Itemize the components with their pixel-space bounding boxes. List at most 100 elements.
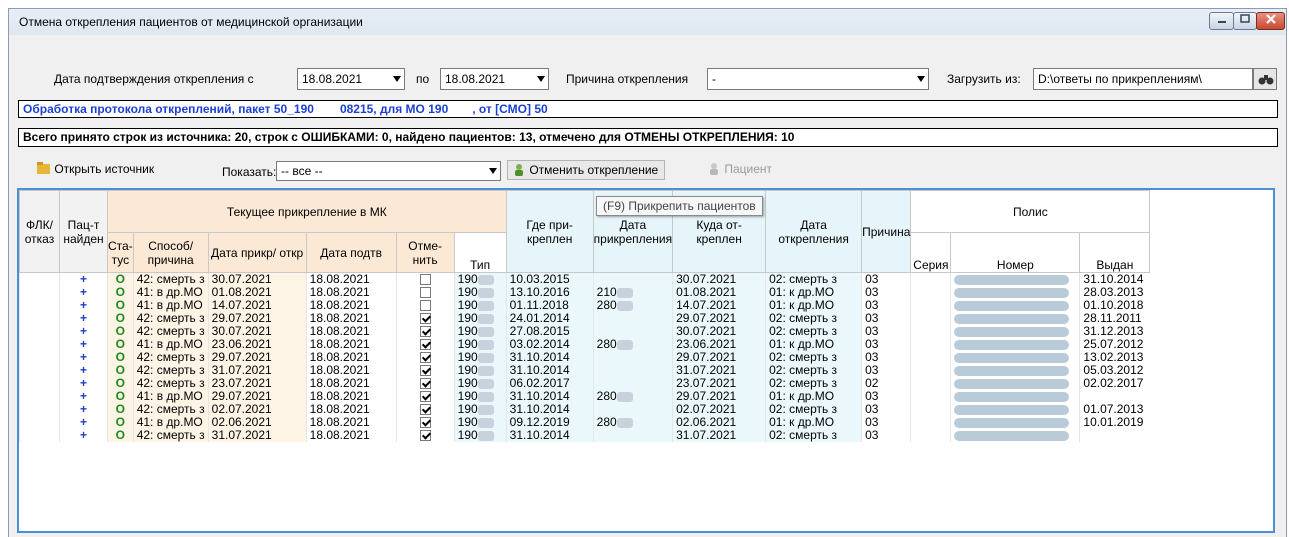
method-cell: 42: смерть з (132, 312, 209, 325)
date-confirm-cell: 18.08.2021 (305, 299, 397, 312)
redacted-block (616, 287, 633, 298)
table-row[interactable]: + О 41: в др.МО 01.08.2021 18.08.2021 190 13.1… (19, 286, 1150, 299)
table-row[interactable]: + О 42: смерть з 23.07.2021 18.08.2021 190 06.… (19, 377, 1150, 390)
pol-type-cell: 03 (861, 325, 911, 338)
col-pol-number[interactable]: Номер (950, 232, 1081, 273)
cancel-checkbox[interactable] (419, 430, 431, 442)
table-row[interactable]: + О 42: смерть з 30.07.2021 18.08.2021 190 10.… (19, 272, 1150, 286)
browse-button[interactable] (1253, 68, 1277, 90)
load-path-input[interactable]: D:\ответы по прикреплениям\ (1033, 68, 1253, 90)
cancel-checkbox[interactable] (419, 391, 431, 403)
col-method[interactable]: Способ/ причина (132, 232, 209, 273)
redacted-block (477, 352, 494, 363)
close-button[interactable] (1256, 12, 1285, 30)
redacted-block (954, 274, 1070, 285)
pol-type-cell: 03 (861, 286, 911, 299)
reason-cell: 01: к др.МО (765, 390, 862, 403)
date-from-picker[interactable]: 18.08.2021 (297, 68, 405, 90)
maximize-button[interactable] (1233, 12, 1257, 30)
col-cancel[interactable]: Отме- нить (395, 232, 455, 273)
where-det-cell: 280 (592, 416, 673, 429)
reason-select[interactable]: - (707, 68, 929, 90)
where-att-cell: 190 (453, 351, 507, 364)
date-to-picker[interactable]: 18.08.2021 (440, 68, 549, 90)
date-to-label: по (416, 72, 430, 86)
patient-button[interactable]: Пациент (707, 162, 772, 176)
pol-issued-cell: 01.10.2018 (1079, 299, 1150, 312)
maximize-icon (1240, 14, 1250, 23)
date-attach-cell: 13.10.2016 (505, 286, 594, 299)
col-where-att[interactable]: Где при- креплен (505, 190, 594, 273)
cancel-detach-button[interactable]: Отменить открепление (507, 160, 666, 180)
method-cell: 41: в др.МО (132, 390, 209, 403)
method-cell: 42: смерть з (132, 403, 209, 416)
cancel-checkbox[interactable] (419, 274, 431, 286)
col-reason[interactable]: Причина (861, 190, 912, 273)
col-date-att[interactable]: Дата прикр/ откр (207, 232, 307, 273)
table-row[interactable]: + О 42: смерть з 02.07.2021 18.08.2021 190 31.… (19, 403, 1150, 416)
show-filter-select[interactable]: -- все -- (276, 161, 501, 181)
where-det-cell: 210 (592, 286, 673, 299)
col-flk[interactable]: ФЛК/ отказ (19, 190, 60, 273)
table-row[interactable]: + О 41: в др.МО 29.07.2021 18.08.2021 190 31.1… (19, 390, 1150, 403)
redacted-block (616, 300, 633, 311)
table-row[interactable]: + О 42: смерть з 30.07.2021 18.08.2021 190 27.… (19, 325, 1150, 338)
cancel-cell (395, 403, 455, 416)
cancel-cell (395, 390, 455, 403)
table-row[interactable]: + О 41: в др.МО 23.06.2021 18.08.2021 190 03.0… (19, 338, 1150, 351)
minimize-button[interactable] (1209, 12, 1234, 30)
open-source-button[interactable]: Открыть источник (37, 162, 154, 176)
cancel-checkbox[interactable] (419, 300, 431, 312)
cancel-checkbox[interactable] (419, 313, 431, 325)
date-attach-cell: 27.08.2015 (505, 325, 594, 338)
table-row[interactable]: + О 42: смерть з 29.07.2021 18.08.2021 190 31.… (19, 351, 1150, 364)
cancel-checkbox[interactable] (419, 352, 431, 364)
date-confirm-cell: 18.08.2021 (305, 364, 397, 377)
found-cell: + (59, 390, 108, 403)
cancel-checkbox[interactable] (419, 326, 431, 338)
redacted-block (477, 378, 494, 389)
pol-issued-cell: 25.07.2012 (1079, 338, 1150, 351)
date-confirm-cell: 18.08.2021 (305, 312, 397, 325)
cancel-checkbox[interactable] (419, 404, 431, 416)
cancel-cell (395, 377, 455, 390)
table-row[interactable]: + О 41: в др.МО 02.06.2021 18.08.2021 190 09.1… (19, 416, 1150, 429)
date-attach-cell: 31.10.2014 (505, 429, 594, 442)
col-status[interactable]: Ста- тус (107, 232, 134, 273)
col-found[interactable]: Пац-т найден (59, 190, 108, 273)
table-row[interactable]: + О 42: смерть з 31.07.2021 18.08.2021 190 31.… (19, 429, 1150, 442)
cancel-checkbox[interactable] (419, 287, 431, 299)
pol-series-cell (910, 286, 951, 299)
table-row[interactable]: + О 42: смерть з 31.07.2021 18.08.2021 190 31.… (19, 364, 1150, 377)
col-pol-series[interactable]: Серия (910, 232, 952, 273)
table-row[interactable]: + О 41: в др.МО 14.07.2021 18.08.2021 190 01.1… (19, 299, 1150, 312)
status-cell: О (107, 390, 134, 403)
table-row[interactable]: + О 42: смерть з 29.07.2021 18.08.2021 190 24.… (19, 312, 1150, 325)
cancel-checkbox[interactable] (419, 417, 431, 429)
redacted-block (954, 352, 1070, 363)
date-to-value: 18.08.2021 (445, 72, 506, 86)
toolbar: Открыть источник Показать: -- все -- Отм… (17, 155, 1280, 181)
where-det-value: 280 (596, 390, 617, 403)
pol-issued-cell: 10.01.2019 (1079, 416, 1150, 429)
col-pol-issued[interactable]: Выдан (1079, 232, 1151, 273)
col-date-detach[interactable]: Дата открепления (765, 190, 863, 273)
col-pol-type[interactable]: Тип (453, 232, 507, 273)
pol-number-cell (950, 351, 1080, 364)
cancel-checkbox[interactable] (419, 339, 431, 351)
date-att-cell: 29.07.2021 (207, 390, 307, 403)
method-cell: 41: в др.МО (132, 416, 209, 429)
where-att-value: 190 (457, 364, 478, 377)
cancel-checkbox[interactable] (419, 378, 431, 390)
col-date-confirm[interactable]: Дата подтв (305, 232, 397, 273)
pol-number-cell (950, 312, 1080, 325)
redacted-block (477, 430, 494, 441)
status-cell: О (107, 325, 134, 338)
date-confirm-cell: 18.08.2021 (305, 416, 397, 429)
date-detach-cell: 31.07.2021 (672, 429, 766, 442)
where-att-cell: 190 (453, 416, 507, 429)
pol-number-cell (950, 403, 1080, 416)
cancel-cell (395, 351, 455, 364)
cancel-checkbox[interactable] (419, 365, 431, 377)
where-att-value: 190 (457, 403, 478, 416)
